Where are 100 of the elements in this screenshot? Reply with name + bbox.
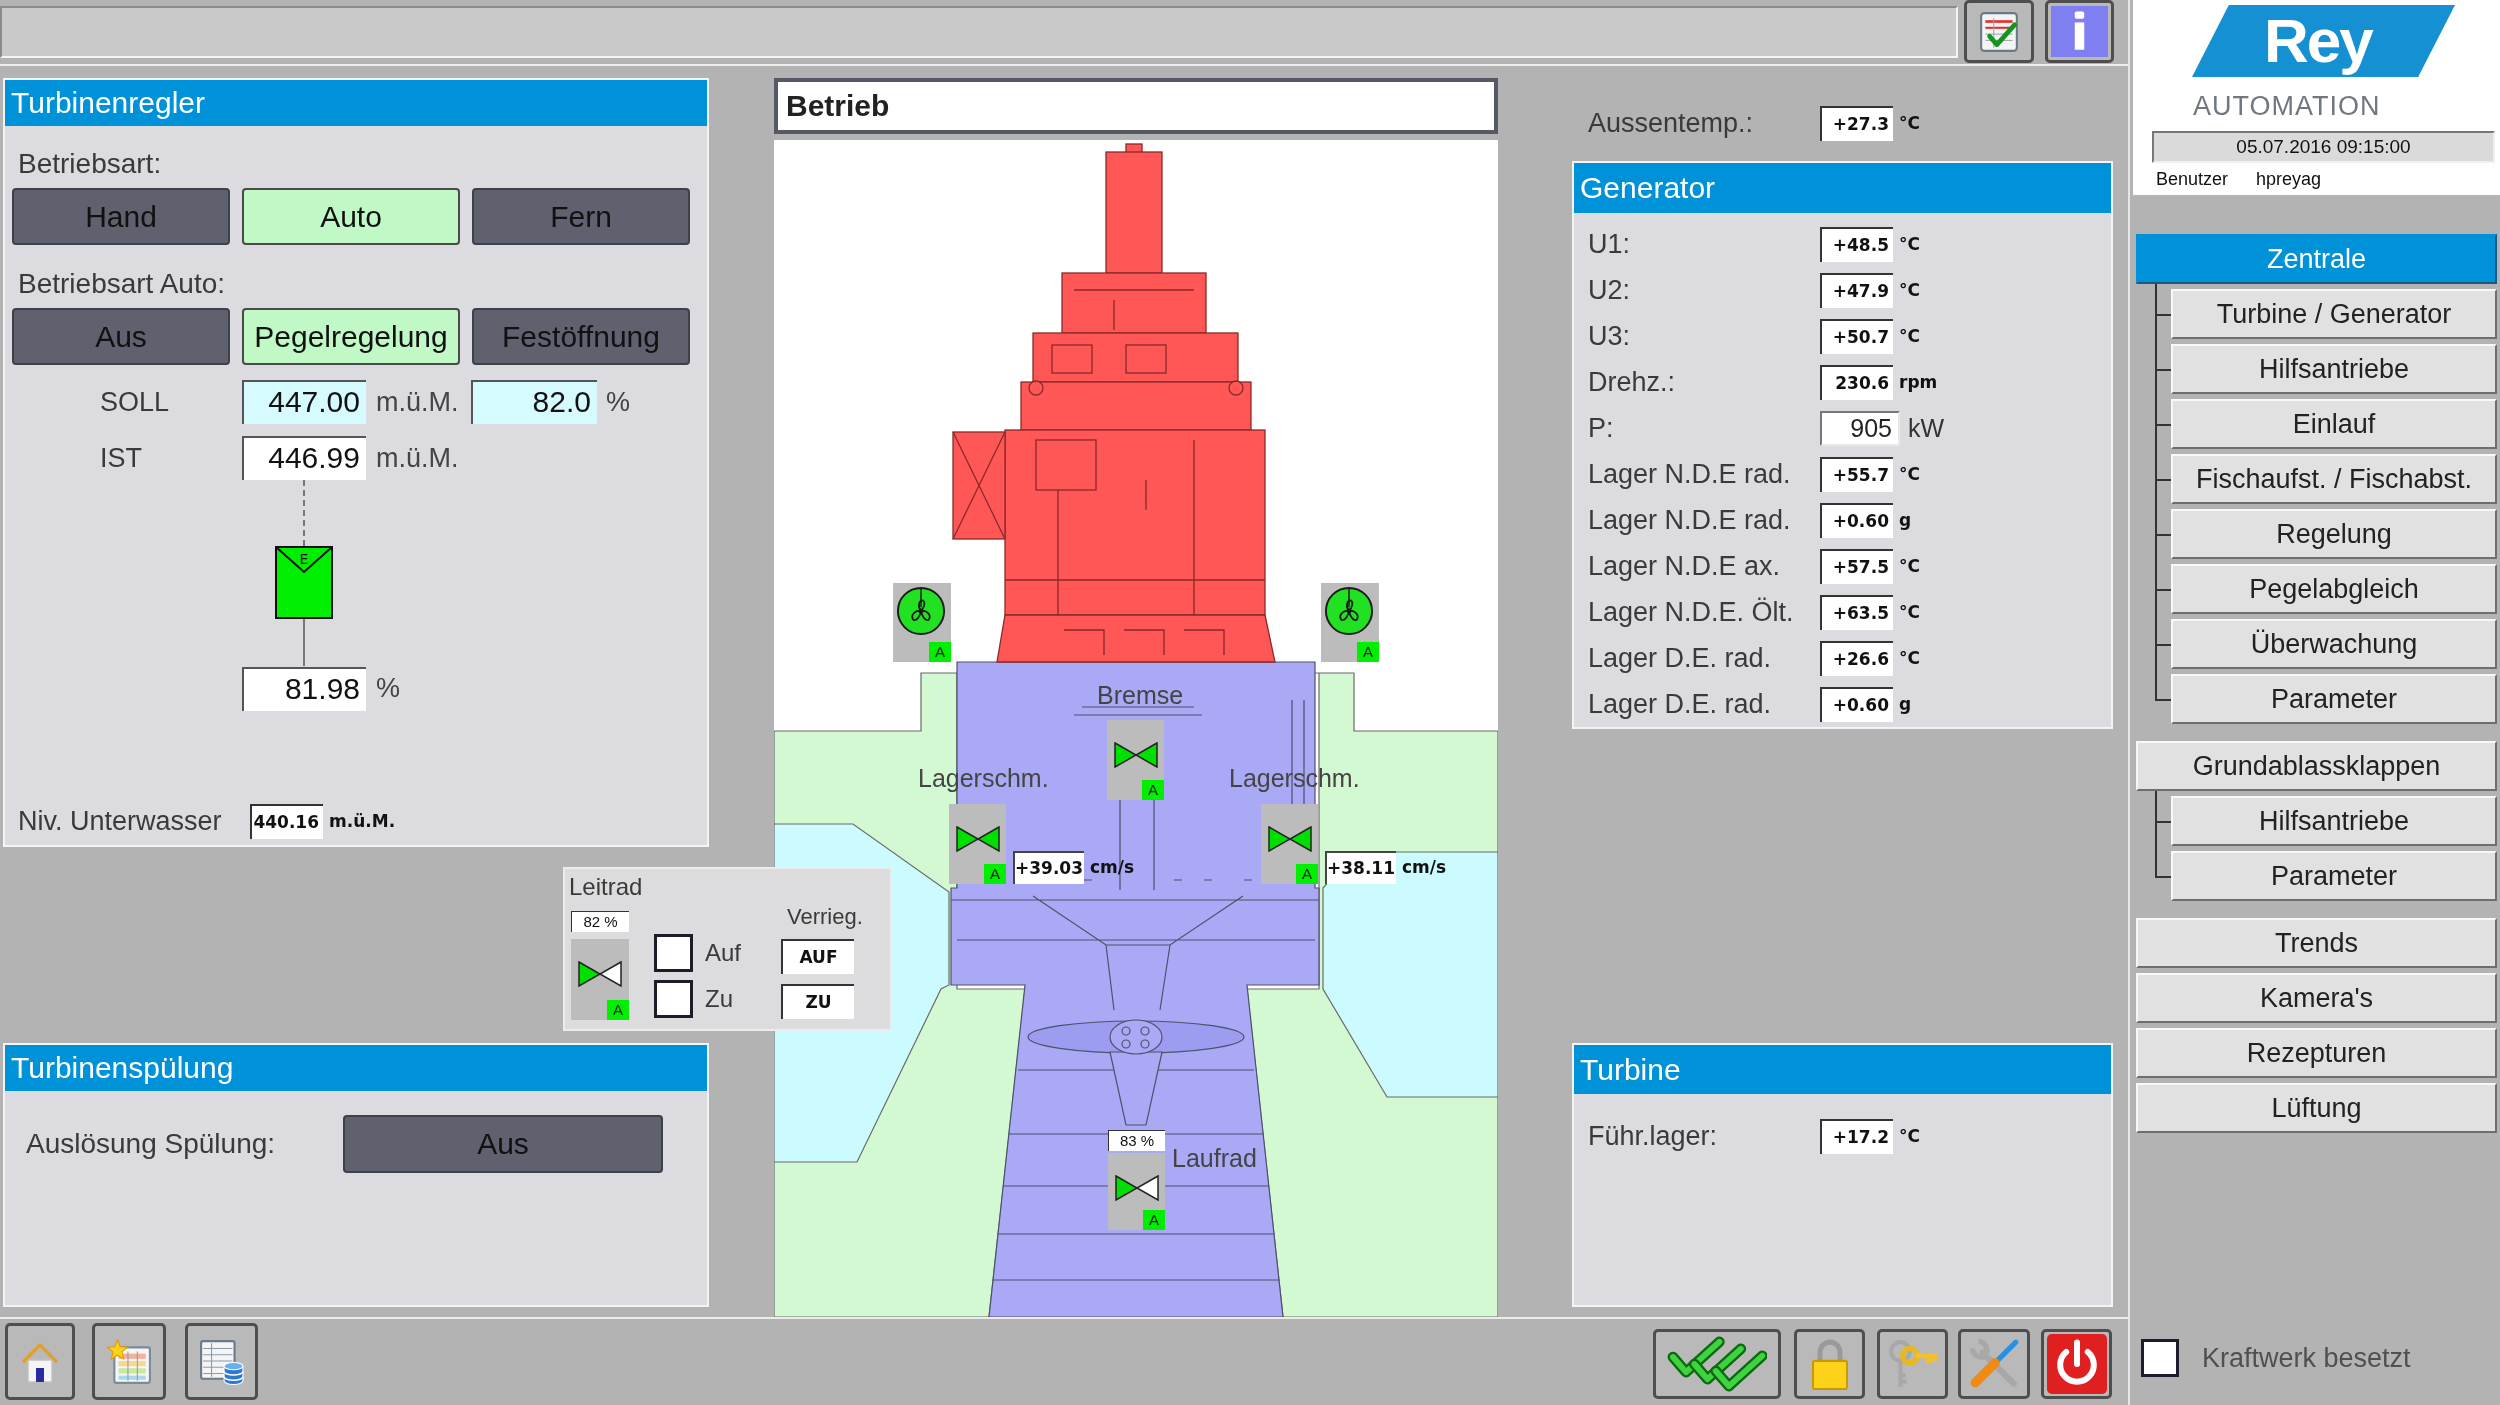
- value-field: 230.6: [1820, 364, 1893, 400]
- value-field: 446.99: [242, 436, 366, 480]
- measurement-label: Lager D.E. rad.: [1588, 642, 1773, 674]
- unit-label: m.ü.M.: [376, 386, 460, 418]
- nav-button[interactable]: Turbine / Generator: [2171, 289, 2497, 339]
- mode-button[interactable]: Auto: [242, 188, 460, 245]
- nav-button[interactable]: Trends: [2136, 918, 2497, 968]
- value-field: +39.03: [1013, 851, 1084, 884]
- panel-header: Leitrad: [569, 872, 644, 902]
- setpoint-field[interactable]: 82.0: [471, 380, 597, 424]
- valve-icon[interactable]: [1267, 826, 1312, 852]
- value-field: +17.2: [1820, 1118, 1893, 1154]
- unit-label: rpm: [1899, 372, 1938, 392]
- interlock-field: ZU: [781, 984, 854, 1019]
- value-field: 905: [1820, 410, 1900, 446]
- valve-icon[interactable]: [1113, 742, 1158, 768]
- fan-icon[interactable]: [1324, 586, 1374, 636]
- acknowledge-button[interactable]: [1653, 1329, 1781, 1399]
- value-field: +50.7: [1820, 318, 1893, 354]
- info-button[interactable]: [2045, 0, 2114, 63]
- measurement-label: Lager N.D.E rad.: [1588, 458, 1792, 490]
- interlock-field: AUF: [781, 939, 854, 974]
- database-table-icon: [198, 1338, 245, 1385]
- unit-label: °C: [1899, 464, 1920, 484]
- nav-button[interactable]: Regelung: [2171, 509, 2497, 559]
- unit-label: °C: [1899, 1126, 1920, 1146]
- nav-button[interactable]: Grundablassklappen: [2136, 741, 2497, 791]
- table-button[interactable]: [92, 1323, 166, 1400]
- checkmarks-icon: [1667, 1336, 1767, 1392]
- row-label: Auslösung Spülung:: [26, 1128, 277, 1160]
- value-field: +63.5: [1820, 594, 1893, 630]
- mode-badge: A: [1357, 642, 1379, 662]
- mode-badge: A: [607, 1000, 629, 1020]
- panel-header: Turbinenspülung: [5, 1045, 707, 1091]
- position-field: 82 %: [571, 911, 629, 932]
- home-button[interactable]: [5, 1323, 75, 1400]
- lock-button[interactable]: [1794, 1329, 1865, 1399]
- mode-badge: A: [1143, 1210, 1165, 1230]
- value-field: +55.7: [1820, 456, 1893, 492]
- nav-button[interactable]: Hilfsantriebe: [2171, 796, 2497, 846]
- checkbox[interactable]: [2141, 1339, 2179, 1377]
- unit-label: %: [376, 673, 400, 704]
- measurement-label: Lager N.D.E. Ölt.: [1588, 596, 1795, 628]
- nav-button[interactable]: Überwachung: [2171, 619, 2497, 669]
- nav-button[interactable]: Pegelabgleich: [2171, 564, 2497, 614]
- unit-label: m.ü.M.: [376, 442, 459, 474]
- database-button[interactable]: [185, 1323, 258, 1400]
- nav-button[interactable]: Rezepturen: [2136, 1028, 2497, 1078]
- value-field: +48.5: [1820, 226, 1893, 262]
- mode-badge: A: [1296, 864, 1318, 884]
- nav-button[interactable]: Parameter: [2171, 851, 2497, 901]
- brand-logo: Rey: [2192, 5, 2455, 77]
- panel-header: Turbinenregler: [5, 80, 707, 126]
- value-field: +0.60: [1820, 686, 1893, 722]
- unit-label: °C: [1899, 556, 1920, 576]
- star-table-icon: [106, 1338, 152, 1385]
- value-field: 81.98: [242, 666, 366, 711]
- nav-button[interactable]: Kamera's: [2136, 973, 2497, 1023]
- checkbox[interactable]: [654, 980, 693, 1018]
- value-field: +27.3: [1820, 105, 1893, 141]
- row-label: IST: [100, 442, 143, 474]
- checklist-button[interactable]: [1964, 0, 2034, 63]
- power-button[interactable]: [2041, 1329, 2112, 1399]
- key-button[interactable]: [1877, 1329, 1948, 1399]
- padlock-icon: [1809, 1338, 1850, 1390]
- nav-button[interactable]: Lüftung: [2136, 1083, 2497, 1133]
- valve-icon[interactable]: [578, 961, 622, 987]
- tools-icon: [1968, 1338, 2020, 1390]
- nav-button[interactable]: Hilfsantriebe: [2171, 344, 2497, 394]
- nav-button[interactable]: Einlauf: [2171, 399, 2497, 449]
- position-field: 83 %: [1108, 1130, 1165, 1151]
- unit-label: °C: [1899, 602, 1920, 622]
- setpoint-field[interactable]: 447.00: [242, 380, 366, 424]
- measurement-label: U3:: [1588, 320, 1632, 352]
- measurement-label: Lager N.D.E rad.: [1588, 504, 1792, 536]
- valve-icon[interactable]: [1114, 1175, 1159, 1201]
- tools-button[interactable]: [1958, 1329, 2030, 1399]
- panel-header: Generator: [1574, 163, 2111, 213]
- power-icon: [2046, 1334, 2107, 1394]
- mode-button[interactable]: Pegelregelung: [242, 308, 460, 365]
- mode-badge: A: [1142, 780, 1164, 800]
- section-label: Betriebsart Auto:: [17, 267, 226, 301]
- unit-label: °C: [1899, 234, 1920, 254]
- component-label: Laufrad: [1172, 1144, 1257, 1172]
- mode-badge: A: [984, 864, 1006, 884]
- nav-button[interactable]: Parameter: [2171, 674, 2497, 724]
- fan-icon[interactable]: [896, 586, 946, 636]
- value-field: +0.60: [1820, 502, 1893, 538]
- controller-symbol[interactable]: E: [275, 546, 333, 619]
- interlock-label: Verrieg.: [786, 905, 863, 929]
- nav-button[interactable]: Fischaufst. / Fischabst.: [2171, 454, 2497, 504]
- mode-badge: A: [929, 642, 951, 662]
- unit-label: kW: [1908, 413, 1945, 443]
- value-field: +38.11: [1325, 851, 1396, 884]
- valve-icon[interactable]: [955, 826, 1000, 852]
- measurement-label: Lager D.E. rad.: [1588, 688, 1773, 720]
- panel-header: Turbine: [1574, 1045, 2111, 1094]
- unit-label: %: [606, 386, 630, 418]
- measurement-label: Aussentemp.:: [1588, 107, 1755, 139]
- checkbox[interactable]: [654, 934, 693, 972]
